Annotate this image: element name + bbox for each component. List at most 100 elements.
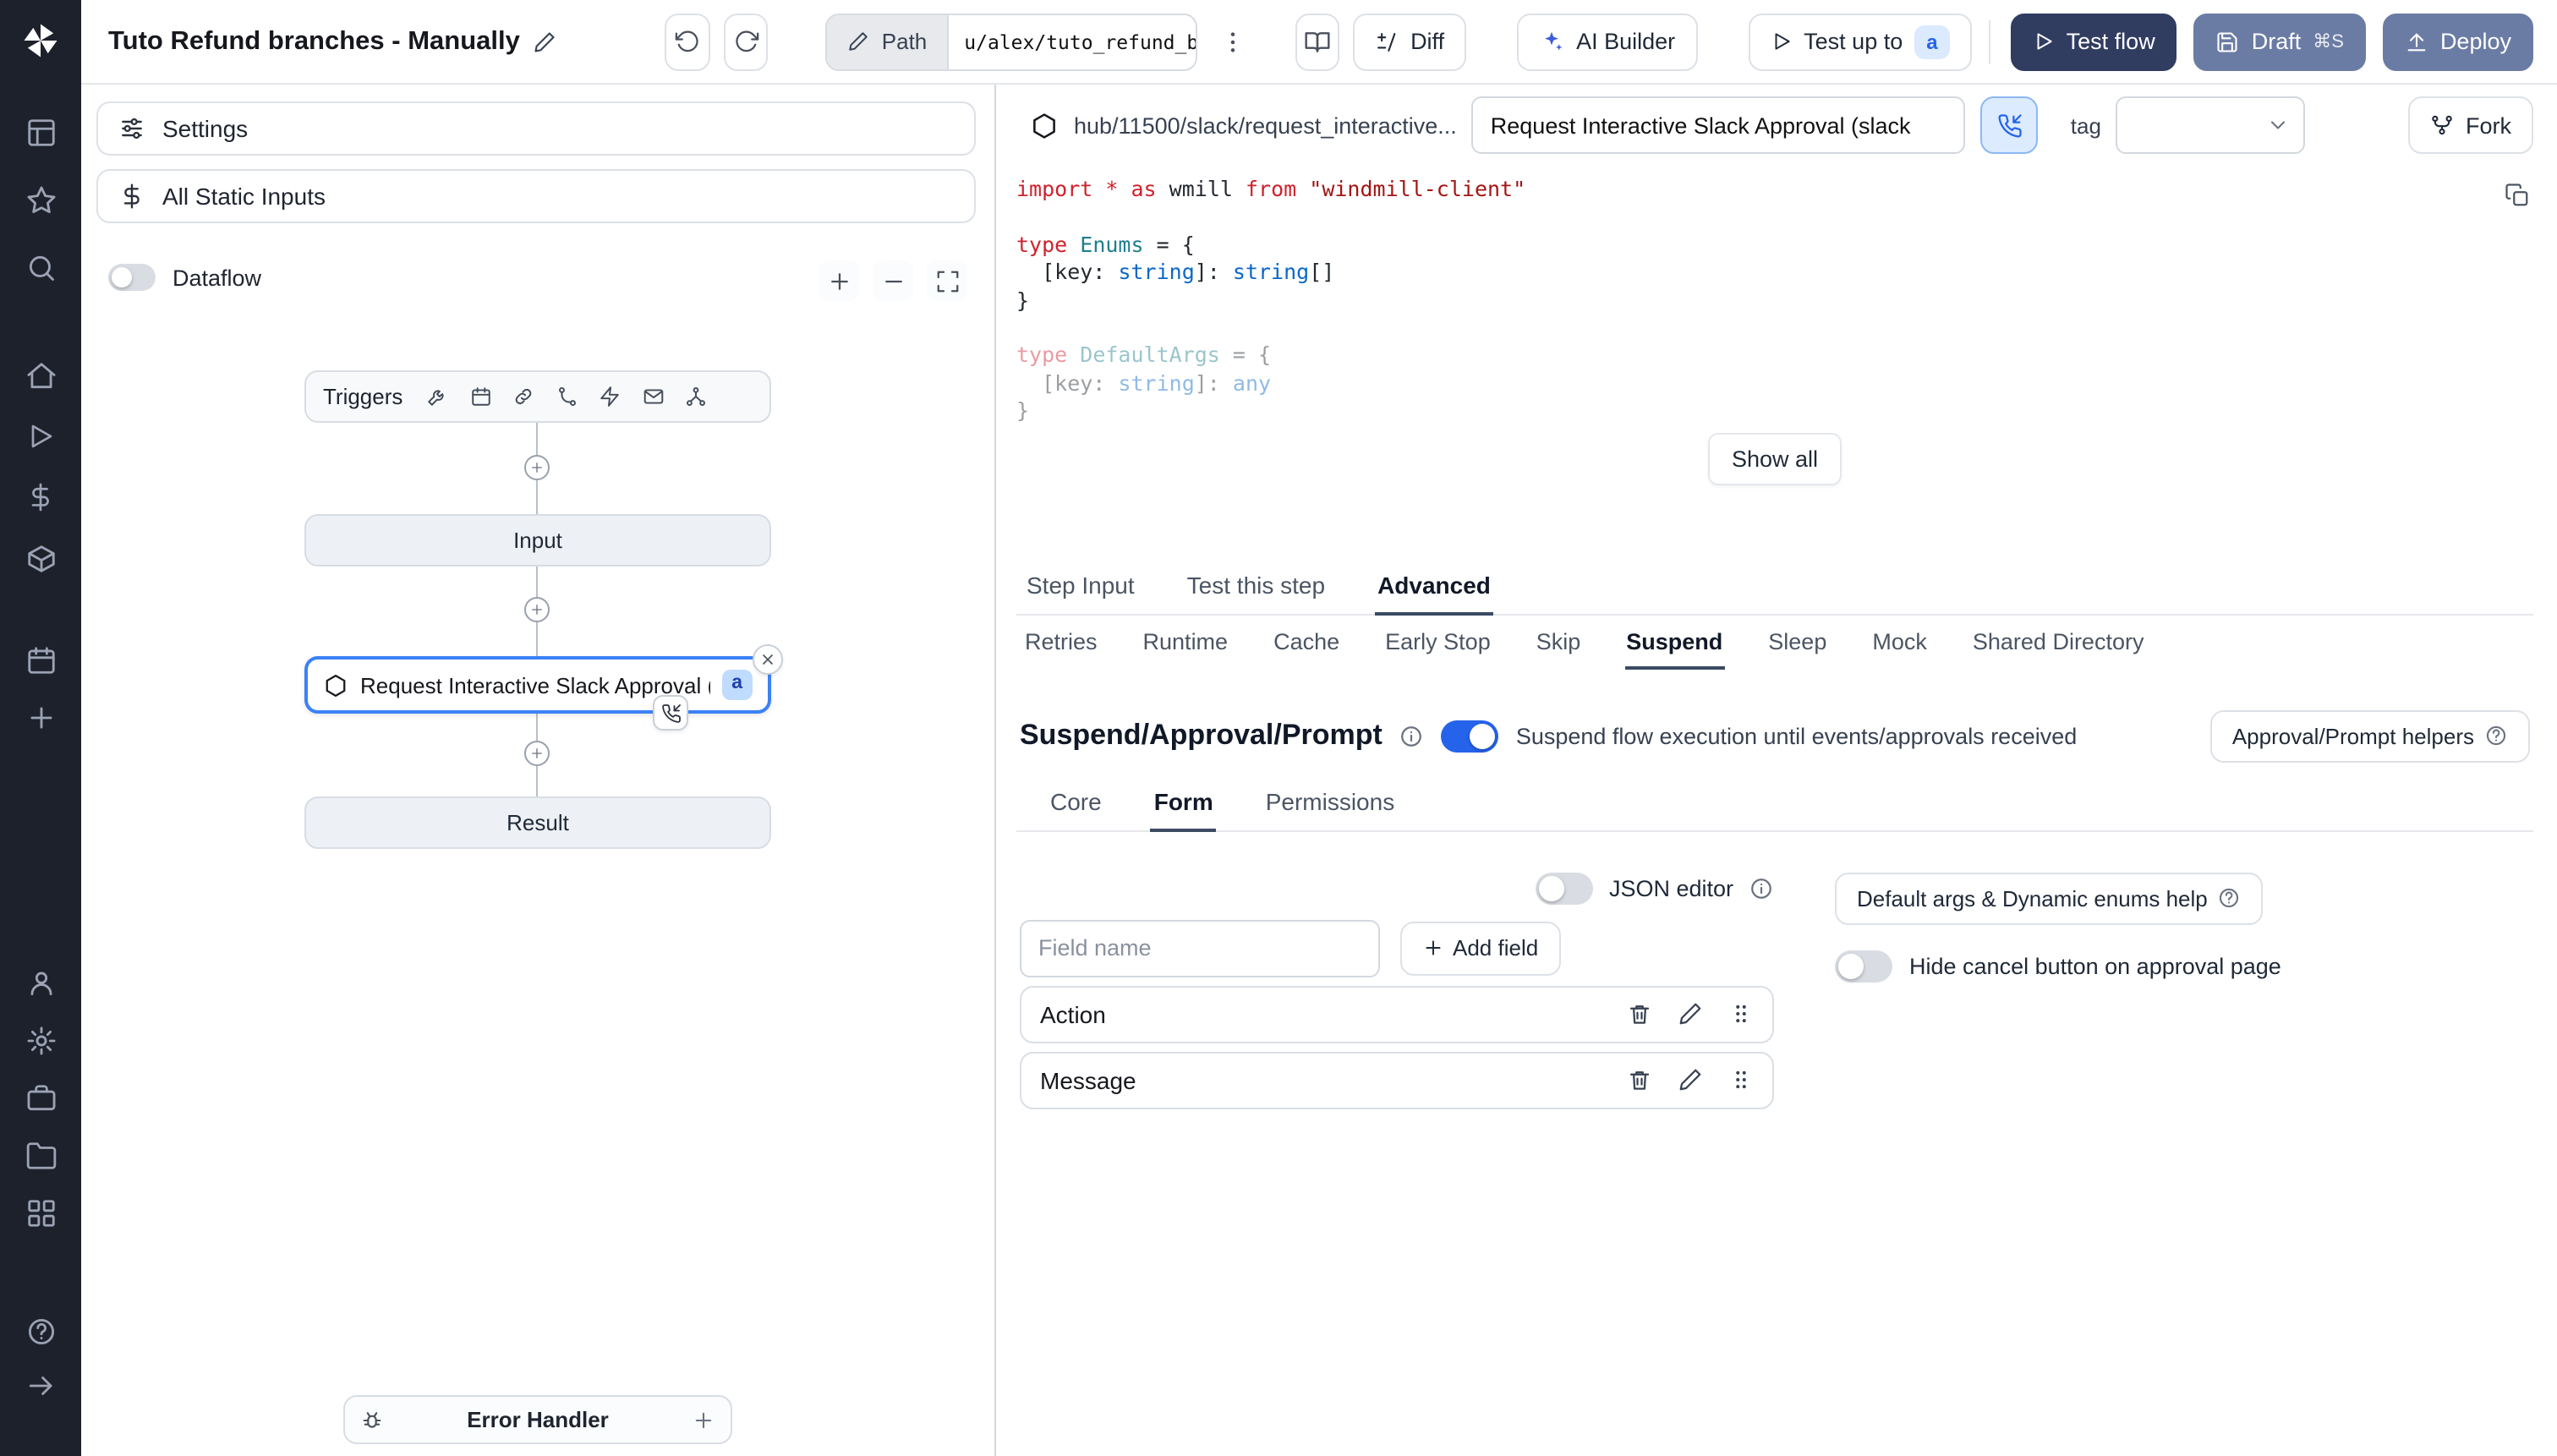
websocket-trigger-icon[interactable] <box>599 386 621 408</box>
test-flow-button[interactable]: Test flow <box>2010 13 2177 70</box>
triggers-node[interactable]: Triggers <box>304 370 771 423</box>
email-trigger-icon[interactable] <box>642 386 664 408</box>
suspend-title: Suspend/Approval/Prompt <box>1020 719 1383 752</box>
webhook-trigger-icon[interactable] <box>512 386 534 408</box>
suspend-indicator-button[interactable] <box>1980 96 2039 154</box>
drag-handle-icon[interactable] <box>1728 1067 1754 1092</box>
docs-book-button[interactable] <box>1295 13 1340 70</box>
default-args-help-button[interactable]: Default args & Dynamic enums help <box>1835 872 2264 925</box>
json-editor-info-icon[interactable] <box>1749 876 1774 901</box>
hide-cancel-row: Hide cancel button on approval page <box>1835 950 2281 983</box>
result-node[interactable]: Result <box>304 796 771 849</box>
field-name-input[interactable] <box>1020 919 1380 977</box>
search-icon[interactable] <box>19 245 63 289</box>
schedules-calendar-icon[interactable] <box>19 638 63 681</box>
content-row: Settings All Static Inputs Dataflow Trig… <box>81 85 2557 1456</box>
fit-view-button[interactable] <box>927 260 967 301</box>
tab-core[interactable]: Core <box>1047 779 1105 829</box>
home-icon[interactable] <box>19 353 63 397</box>
edit-title-pencil-icon[interactable] <box>534 30 557 53</box>
tab-shared-directory[interactable]: Shared Directory <box>1971 620 2146 667</box>
fork-button[interactable]: Fork <box>2408 96 2533 154</box>
zoom-in-button[interactable] <box>819 260 859 301</box>
add-error-handler-button[interactable] <box>692 1408 715 1431</box>
path-input[interactable] <box>949 14 1196 68</box>
route-trigger-icon[interactable] <box>556 386 578 408</box>
draft-button[interactable]: Draft ⌘S <box>2193 13 2366 70</box>
add-field-button[interactable]: Add field <box>1400 921 1561 976</box>
zoom-controls <box>819 260 967 301</box>
tab-form[interactable]: Form <box>1150 779 1217 832</box>
show-all-button[interactable]: Show all <box>1707 432 1842 485</box>
test-up-to-button[interactable]: Test up to a <box>1748 13 1972 70</box>
add-plus-icon[interactable] <box>19 695 63 739</box>
tab-step-input[interactable]: Step Input <box>1023 562 1138 613</box>
manual-trigger-icon[interactable] <box>426 386 448 408</box>
apps-grid-icon[interactable] <box>19 1191 63 1234</box>
static-inputs-bar[interactable]: All Static Inputs <box>96 169 976 223</box>
error-handler-node[interactable]: Error Handler <box>343 1395 732 1444</box>
drag-handle-icon[interactable] <box>1728 1001 1754 1026</box>
deploy-button[interactable]: Deploy <box>2382 13 2533 70</box>
dataflow-toggle[interactable] <box>108 264 156 291</box>
edit-field-icon[interactable] <box>1678 1067 1703 1092</box>
help-icon[interactable] <box>19 1309 63 1353</box>
tab-suspend[interactable]: Suspend <box>1624 620 1725 670</box>
delete-field-icon[interactable] <box>1627 1001 1652 1026</box>
tab-advanced[interactable]: Advanced <box>1374 562 1494 616</box>
insert-step-button-3[interactable] <box>524 741 550 766</box>
insert-step-button-2[interactable] <box>524 597 550 622</box>
ai-builder-button[interactable]: AI Builder <box>1517 13 1698 70</box>
input-node[interactable]: Input <box>304 514 771 567</box>
code-editor[interactable]: import * as wmill from "windmill-client"… <box>1016 176 2533 425</box>
kafka-trigger-icon[interactable] <box>685 386 707 408</box>
edit-field-icon[interactable] <box>1678 1001 1703 1026</box>
path-button[interactable]: Path <box>827 14 950 68</box>
remove-module-button[interactable] <box>753 644 783 675</box>
tab-sleep[interactable]: Sleep <box>1766 620 1828 667</box>
zoom-out-button[interactable] <box>873 260 913 301</box>
favorites-star-icon[interactable] <box>19 178 63 222</box>
workspace-briefcase-icon[interactable] <box>19 1076 63 1119</box>
step-summary-input[interactable] <box>1471 96 1966 154</box>
tab-skip[interactable]: Skip <box>1535 620 1583 667</box>
delete-field-icon[interactable] <box>1627 1067 1652 1092</box>
tab-test-this-step[interactable]: Test this step <box>1184 562 1328 613</box>
fork-label: Fork <box>2466 112 2511 138</box>
suspend-info-icon[interactable] <box>1399 723 1425 748</box>
variables-dollar-icon[interactable] <box>19 475 63 519</box>
diff-button[interactable]: Diff <box>1353 13 1467 70</box>
tab-permissions[interactable]: Permissions <box>1262 779 1399 829</box>
more-menu-button[interactable] <box>1210 13 1254 70</box>
tab-cache[interactable]: Cache <box>1272 620 1341 667</box>
runs-play-icon[interactable] <box>19 414 63 458</box>
suspend-toggle[interactable] <box>1441 720 1499 753</box>
collapse-arrow-icon[interactable] <box>19 1363 63 1407</box>
tab-retries[interactable]: Retries <box>1023 620 1099 667</box>
schedule-trigger-icon[interactable] <box>469 386 491 408</box>
user-icon[interactable] <box>19 961 63 1004</box>
resources-box-icon[interactable] <box>19 536 63 580</box>
panels-icon[interactable] <box>19 110 63 154</box>
form-field-row-action[interactable]: Action <box>1020 985 1774 1043</box>
helpers-help-icon <box>2484 724 2508 747</box>
suspend-toggle-label: Suspend flow execution until events/appr… <box>1515 723 2078 749</box>
copy-code-icon[interactable] <box>2505 183 2530 208</box>
approval-prompt-helpers-button[interactable]: Approval/Prompt helpers <box>2209 709 2530 763</box>
slack-approval-module-node[interactable]: Request Interactive Slack Approval (... … <box>304 644 783 731</box>
tab-early-stop[interactable]: Early Stop <box>1383 620 1492 667</box>
redo-button[interactable] <box>723 13 769 70</box>
flow-settings-bar[interactable]: Settings <box>96 101 976 156</box>
main-column: Tuto Refund branches - Manually Path Dif… <box>81 0 2557 1456</box>
json-editor-toggle[interactable] <box>1536 873 1594 906</box>
settings-gear-icon[interactable] <box>19 1018 63 1062</box>
folders-icon[interactable] <box>19 1133 63 1177</box>
windmill-logo-icon[interactable] <box>19 19 63 63</box>
form-field-row-message[interactable]: Message <box>1020 1051 1774 1109</box>
undo-button[interactable] <box>665 13 710 70</box>
insert-step-button-1[interactable] <box>524 455 550 480</box>
tab-mock[interactable]: Mock <box>1870 620 1929 667</box>
hide-cancel-toggle[interactable] <box>1835 950 1892 983</box>
tab-runtime[interactable]: Runtime <box>1142 620 1230 667</box>
tag-select[interactable] <box>2116 96 2306 154</box>
